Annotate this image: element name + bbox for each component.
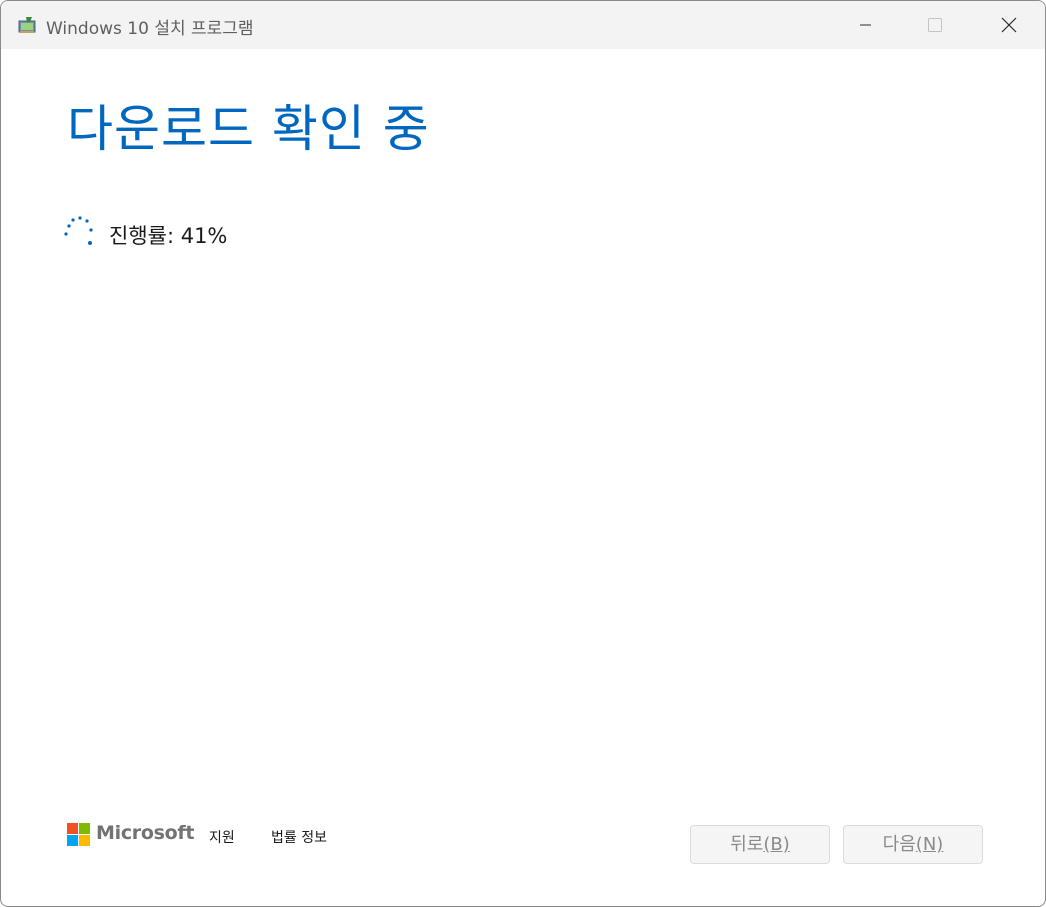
- back-button-accelerator: (B): [763, 834, 790, 855]
- back-button-label: 뒤로: [730, 834, 764, 855]
- progress-status: 진행률: 41%: [109, 224, 228, 248]
- logo-square-red: [67, 823, 78, 834]
- next-button[interactable]: 다음(N): [843, 825, 983, 864]
- maximize-button[interactable]: [900, 1, 970, 49]
- logo-square-green: [79, 823, 90, 834]
- minimize-button[interactable]: [830, 1, 900, 49]
- brand-name: Microsoft: [96, 822, 195, 844]
- next-button-label: 다음: [882, 834, 916, 855]
- logo-square-blue: [67, 835, 78, 846]
- support-link[interactable]: 지원: [209, 827, 235, 847]
- minimize-icon: [860, 24, 871, 26]
- setup-app-icon: [18, 17, 36, 33]
- legal-info-link[interactable]: 법률 정보: [271, 827, 327, 847]
- title-bar[interactable]: Windows 10 설치 프로그램: [1, 1, 1045, 49]
- back-button[interactable]: 뒤로(B): [690, 825, 830, 864]
- close-icon: [1001, 17, 1017, 33]
- window-title: Windows 10 설치 프로그램: [46, 19, 254, 39]
- microsoft-logo-icon: [67, 823, 90, 846]
- logo-square-yellow: [79, 835, 90, 846]
- page-title: 다운로드 확인 중: [67, 100, 430, 158]
- next-button-accelerator: (N): [915, 834, 944, 855]
- maximize-icon: [928, 18, 942, 32]
- loading-spinner-icon: [64, 216, 93, 245]
- setup-window: Windows 10 설치 프로그램 다운로드 확인 중 진행률: 41% Mi…: [0, 0, 1046, 907]
- close-button[interactable]: [974, 1, 1044, 49]
